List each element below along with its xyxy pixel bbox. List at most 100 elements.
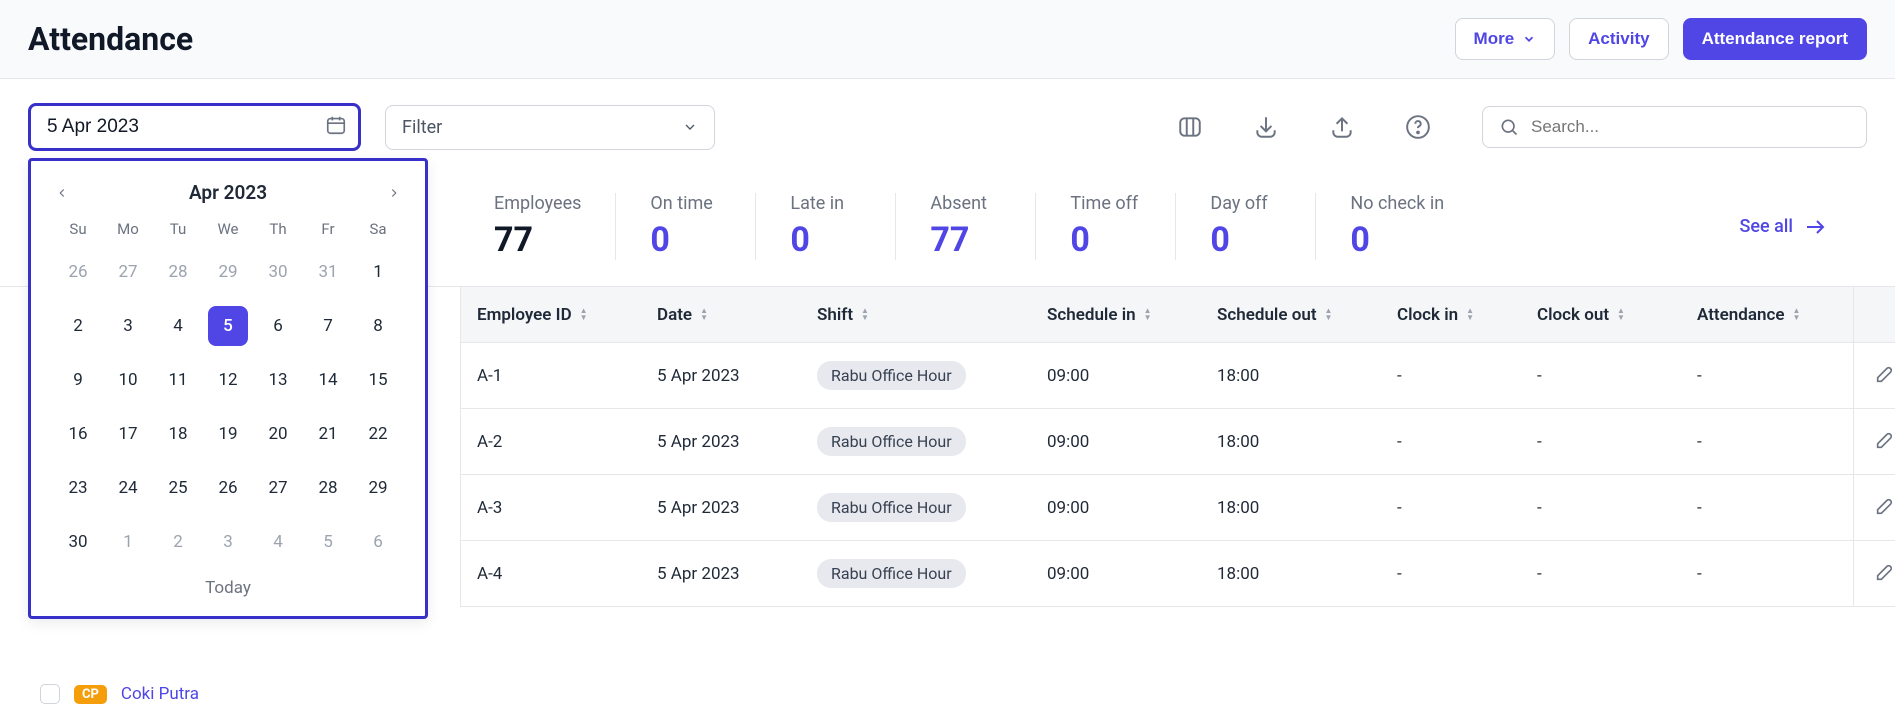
calendar-day[interactable]: 1 [108, 522, 148, 562]
download-icon[interactable] [1252, 113, 1280, 141]
calendar-day[interactable]: 18 [158, 414, 198, 454]
calendar-day[interactable]: 19 [208, 414, 248, 454]
calendar-day[interactable]: 26 [208, 468, 248, 508]
calendar-day[interactable]: 23 [58, 468, 98, 508]
edit-icon[interactable] [1874, 561, 1895, 587]
upload-icon[interactable] [1328, 113, 1356, 141]
calendar-dow: Sa [353, 220, 403, 238]
table-cell: Rabu Office Hour [817, 559, 1047, 588]
stat-label: Employees [494, 193, 581, 214]
column-label: Clock out [1537, 305, 1609, 325]
calendar-day[interactable]: 3 [208, 522, 248, 562]
calendar-day[interactable]: 15 [358, 360, 398, 400]
table-cell: 5 Apr 2023 [657, 564, 817, 584]
calendar-day[interactable]: 28 [308, 468, 348, 508]
calendar-dow: Fr [303, 220, 353, 238]
stat-value: 77 [494, 220, 581, 260]
calendar-day[interactable]: 31 [308, 252, 348, 292]
calendar-day[interactable]: 28 [158, 252, 198, 292]
topbar: Attendance More Activity Attendance repo… [0, 0, 1895, 79]
sort-icon: ▲▼ [1466, 308, 1476, 321]
calendar-day[interactable]: 29 [358, 468, 398, 508]
arrow-right-icon [1803, 215, 1827, 239]
table-column-header[interactable]: Employee ID▲▼ [477, 305, 657, 325]
calendar-day[interactable]: 29 [208, 252, 248, 292]
calendar-day[interactable]: 2 [58, 306, 98, 346]
edit-icon[interactable] [1874, 495, 1895, 521]
table-column-header[interactable]: Attendance▲▼ [1697, 305, 1837, 325]
table-column-header[interactable]: Shift▲▼ [817, 305, 1047, 325]
activity-label: Activity [1588, 29, 1649, 49]
stat-card: Time off0 [1036, 193, 1176, 260]
calendar-today-button[interactable]: Today [53, 578, 403, 598]
help-icon[interactable] [1404, 113, 1432, 141]
table-column-header[interactable]: Clock out▲▼ [1537, 305, 1697, 325]
table-cell: - [1397, 498, 1537, 518]
calendar-day[interactable]: 1 [358, 252, 398, 292]
calendar-day[interactable]: 13 [258, 360, 298, 400]
calendar-day[interactable]: 4 [258, 522, 298, 562]
table-cell: Rabu Office Hour [817, 361, 1047, 390]
table-column-header[interactable]: Date▲▼ [657, 305, 817, 325]
search-input[interactable] [1531, 117, 1850, 137]
calendar-day[interactable]: 2 [158, 522, 198, 562]
calendar-day[interactable]: 27 [108, 252, 148, 292]
calendar-day[interactable]: 22 [358, 414, 398, 454]
stat-card: Late in0 [756, 193, 896, 260]
calendar-day[interactable]: 21 [308, 414, 348, 454]
calendar-day[interactable]: 9 [58, 360, 98, 400]
calendar-day[interactable]: 17 [108, 414, 148, 454]
calendar-day[interactable]: 24 [108, 468, 148, 508]
calendar-day[interactable]: 3 [108, 306, 148, 346]
calendar-day[interactable]: 20 [258, 414, 298, 454]
edit-icon[interactable] [1874, 363, 1895, 389]
see-all-link[interactable]: See all [1739, 215, 1867, 239]
columns-icon[interactable] [1176, 113, 1204, 141]
calendar-day[interactable]: 10 [108, 360, 148, 400]
attendance-report-button[interactable]: Attendance report [1683, 18, 1867, 60]
search-field[interactable] [1482, 106, 1867, 148]
column-label: Clock in [1397, 305, 1458, 325]
calendar-prev-button[interactable] [53, 184, 71, 202]
calendar-popover: Apr 2023 SuMoTuWeThFrSa26272829303112345… [28, 158, 428, 619]
stat-value: 0 [650, 220, 721, 260]
calendar-day[interactable]: 6 [358, 522, 398, 562]
stat-card: No check in0 [1316, 193, 1478, 260]
employee-name-link[interactable]: Coki Putra [121, 684, 199, 704]
sort-icon: ▲▼ [861, 308, 871, 321]
calendar-day[interactable]: 26 [58, 252, 98, 292]
calendar-day[interactable]: 25 [158, 468, 198, 508]
search-icon [1499, 117, 1519, 137]
table-cell: 5 Apr 2023 [657, 366, 817, 386]
row-actions [1854, 343, 1895, 409]
calendar-day[interactable]: 30 [258, 252, 298, 292]
more-button[interactable]: More [1455, 18, 1556, 60]
activity-button[interactable]: Activity [1569, 18, 1668, 60]
edit-icon[interactable] [1874, 429, 1895, 455]
calendar-day[interactable]: 16 [58, 414, 98, 454]
filter-dropdown[interactable]: Filter [385, 105, 715, 150]
date-picker[interactable] [28, 103, 361, 151]
calendar-day[interactable]: 7 [308, 306, 348, 346]
calendar-day[interactable]: 4 [158, 306, 198, 346]
table-column-header[interactable]: Schedule out▲▼ [1217, 305, 1397, 325]
calendar-day[interactable]: 11 [158, 360, 198, 400]
table-row: A-35 Apr 2023Rabu Office Hour09:0018:00-… [461, 475, 1853, 541]
calendar-day[interactable]: 6 [258, 306, 298, 346]
calendar-day[interactable]: 8 [358, 306, 398, 346]
calendar-day[interactable]: 5 [208, 306, 248, 346]
calendar-day[interactable]: 12 [208, 360, 248, 400]
employee-list-item[interactable]: CP Coki Putra [40, 684, 199, 704]
table-column-header[interactable]: Schedule in▲▼ [1047, 305, 1217, 325]
table-cell: A-4 [477, 564, 657, 584]
calendar-day[interactable]: 30 [58, 522, 98, 562]
calendar-day[interactable]: 27 [258, 468, 298, 508]
calendar-day[interactable]: 5 [308, 522, 348, 562]
calendar-next-button[interactable] [385, 184, 403, 202]
employee-checkbox[interactable] [40, 684, 60, 704]
table-cell: 09:00 [1047, 432, 1217, 452]
table-column-header[interactable]: Clock in ▲▼ [1397, 305, 1537, 325]
chevron-down-icon [1522, 32, 1536, 46]
date-input[interactable] [28, 103, 361, 151]
calendar-day[interactable]: 14 [308, 360, 348, 400]
